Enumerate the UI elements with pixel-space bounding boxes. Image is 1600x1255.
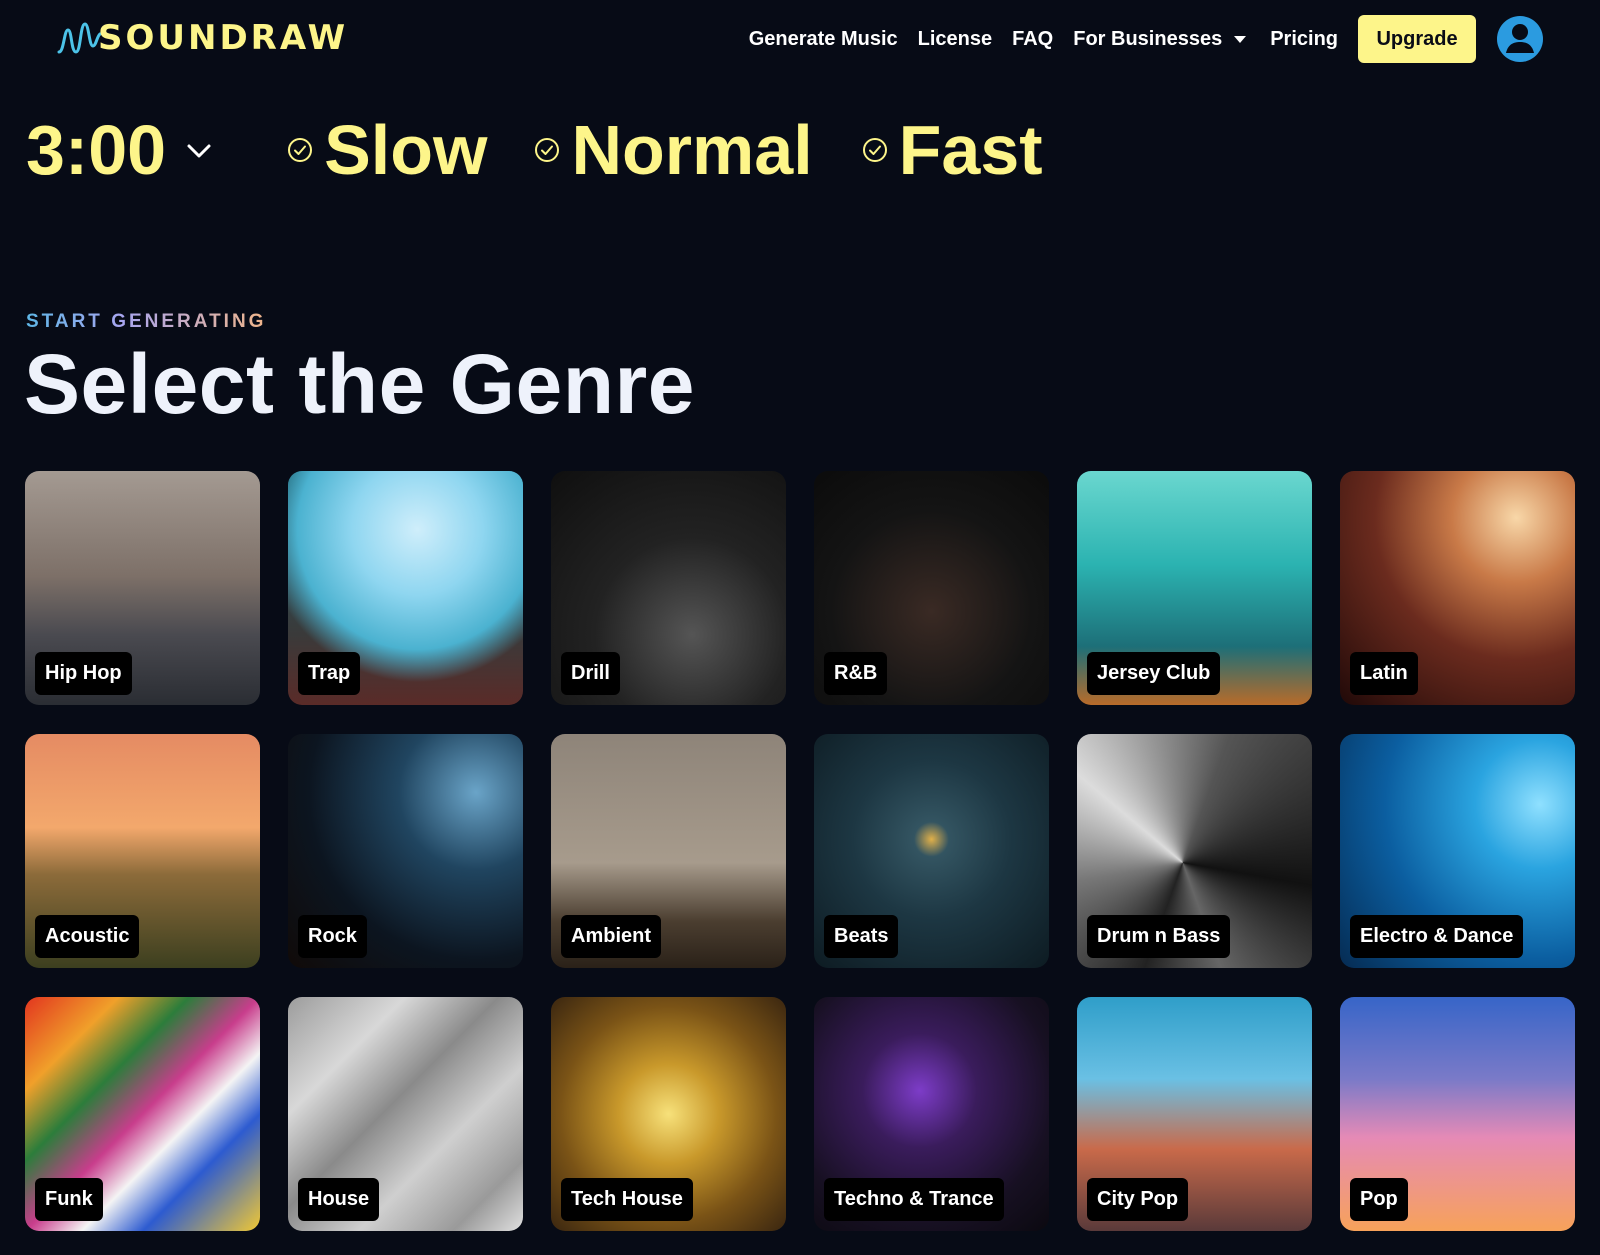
tempo-normal-label: Normal (571, 111, 813, 189)
genre-label: Funk (35, 1178, 103, 1221)
main-nav: Generate Music License FAQ For Businesse… (749, 14, 1600, 64)
genre-label: Trap (298, 652, 361, 695)
tempo-slow-label: Slow (324, 111, 488, 189)
genre-label: Tech House (561, 1178, 693, 1221)
genre-card-ambient[interactable]: Ambient (551, 734, 786, 968)
genre-card-drill[interactable]: Drill (551, 471, 786, 705)
genre-card-electro-dance[interactable]: Electro & Dance (1340, 734, 1575, 968)
tempo-slow-option[interactable]: Slow (286, 115, 487, 185)
check-circle-icon (862, 138, 887, 162)
upgrade-button[interactable]: Upgrade (1358, 15, 1476, 63)
nav-license[interactable]: License (918, 28, 992, 51)
check-circle-icon (535, 138, 560, 162)
genre-label: R&B (824, 652, 888, 695)
genre-card-rock[interactable]: Rock (288, 734, 523, 968)
genre-label: Beats (824, 915, 899, 958)
genre-label: Pop (1350, 1178, 1408, 1221)
genre-label: Jersey Club (1087, 652, 1221, 695)
soundraw-logo[interactable]: SOUNDRAW (56, 16, 348, 60)
genre-label: Electro & Dance (1350, 915, 1524, 958)
tempo-normal-option[interactable]: Normal (533, 111, 813, 189)
genre-label: Hip Hop (35, 652, 132, 695)
genre-label: Drill (561, 652, 620, 695)
genre-card-pop[interactable]: Pop (1340, 997, 1575, 1231)
chevron-down-icon (187, 144, 211, 158)
user-avatar-icon[interactable] (1496, 15, 1544, 63)
genre-card-beats[interactable]: Beats (814, 734, 1049, 968)
genre-card-tech-house[interactable]: Tech House (551, 997, 786, 1231)
section-eyebrow: START GENERATING (26, 311, 267, 332)
genre-card-jersey-club[interactable]: Jersey Club (1077, 471, 1312, 705)
genre-card-drum-n-bass[interactable]: Drum n Bass (1077, 734, 1312, 968)
page: SOUNDRAW Generate Music License FAQ For … (0, 0, 1600, 1255)
genre-grid: Hip Hop Trap Drill R&B Jersey Club Latin… (25, 471, 1576, 1231)
duration-value: 3:00 (26, 111, 167, 189)
genre-card-funk[interactable]: Funk (25, 997, 260, 1231)
tempo-fast-option[interactable]: Fast (861, 115, 1043, 185)
nav-generate-music[interactable]: Generate Music (749, 28, 898, 51)
duration-selector[interactable]: 3:00 (26, 115, 214, 185)
genre-card-hip-hop[interactable]: Hip Hop (25, 471, 260, 705)
tempo-fast-label: Fast (898, 111, 1043, 189)
check-circle-icon (288, 138, 313, 162)
generation-controls: 3:00 Slow Normal Fast (26, 108, 1043, 192)
genre-label: Ambient (561, 915, 661, 958)
genre-label: Drum n Bass (1087, 915, 1231, 958)
caret-down-icon (1234, 35, 1247, 43)
genre-label: House (298, 1178, 380, 1221)
section-title: Select the Genre (24, 337, 695, 431)
soundwave-logo-icon (57, 22, 102, 54)
genre-card-city-pop[interactable]: City Pop (1077, 997, 1312, 1231)
nav-for-businesses[interactable]: For Businesses (1073, 28, 1222, 51)
top-nav-bar: SOUNDRAW Generate Music License FAQ For … (0, 0, 1600, 80)
genre-card-house[interactable]: House (288, 997, 523, 1231)
genre-label: Techno & Trance (824, 1178, 1004, 1221)
genre-card-latin[interactable]: Latin (1340, 471, 1575, 705)
genre-label: Acoustic (35, 915, 140, 958)
nav-pricing[interactable]: Pricing (1270, 28, 1338, 51)
genre-card-acoustic[interactable]: Acoustic (25, 734, 260, 968)
nav-for-businesses-dropdown[interactable]: For Businesses (1073, 28, 1247, 51)
genre-card-rnb[interactable]: R&B (814, 471, 1049, 705)
nav-faq[interactable]: FAQ (1012, 28, 1053, 51)
logo-text: SOUNDRAW (98, 18, 349, 58)
genre-label: City Pop (1087, 1178, 1189, 1221)
genre-card-trap[interactable]: Trap (288, 471, 523, 705)
genre-label: Latin (1350, 652, 1418, 695)
genre-card-techno-trance[interactable]: Techno & Trance (814, 997, 1049, 1231)
genre-label: Rock (298, 915, 367, 958)
